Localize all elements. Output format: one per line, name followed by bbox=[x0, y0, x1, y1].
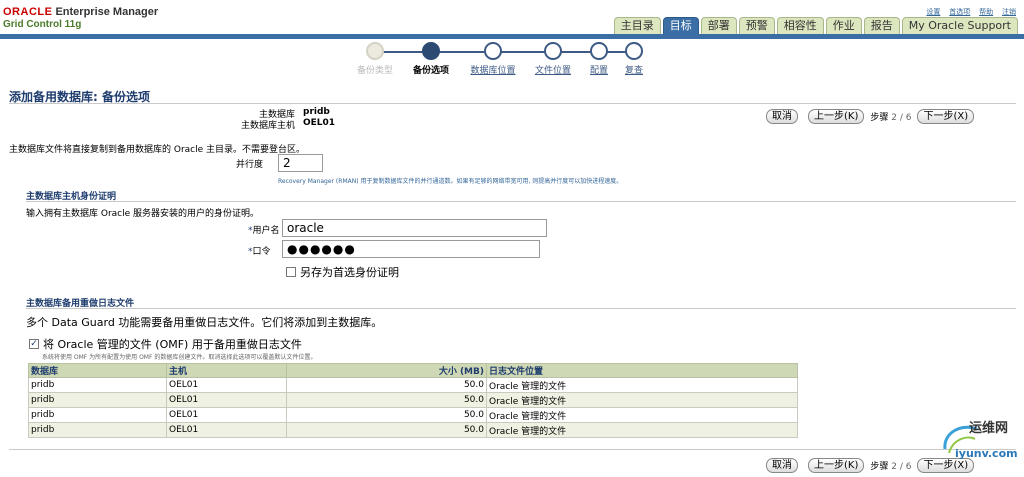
tab-alerts[interactable]: 预警 bbox=[738, 17, 775, 34]
omf-hint: 系统将使用 OMF 为所有配置为使用 OMF 的数据库创建文件。取消选择此选项可… bbox=[42, 354, 317, 361]
wizard-train: 备份类型 备份选项 数据库位置 文件位置 配置 复查 bbox=[345, 42, 675, 78]
link-logout[interactable]: 注销 bbox=[1002, 8, 1016, 16]
next-button[interactable]: 下一步(X) bbox=[917, 109, 975, 124]
back-button[interactable]: 上一步(K) bbox=[808, 109, 865, 124]
table-row: pridb OEL01 50.0 Oracle 管理的文件 bbox=[28, 407, 798, 423]
credentials-desc: 输入拥有主数据库 Oracle 服务器安装的用户的身份证明。 bbox=[26, 209, 260, 219]
train-step-backup-type: 备份类型 bbox=[345, 42, 405, 76]
bottom-divider bbox=[9, 449, 1016, 450]
link-help[interactable]: 帮助 bbox=[979, 8, 993, 16]
username-label: *用户名 bbox=[248, 226, 280, 236]
tab-targets[interactable]: 目标 bbox=[662, 17, 699, 34]
step-indicator: 步骤 2 / 6 bbox=[870, 113, 912, 123]
tab-reports[interactable]: 报告 bbox=[863, 17, 900, 34]
tab-deployments[interactable]: 部署 bbox=[700, 17, 737, 34]
brand-oracle: ORACLE bbox=[3, 6, 53, 18]
brand-em: Enterprise Manager bbox=[55, 6, 159, 18]
omf-checkbox[interactable]: ✓ bbox=[29, 339, 39, 349]
primary-db-value: pridb bbox=[303, 107, 330, 117]
step-circle-icon bbox=[625, 42, 643, 60]
cancel-button[interactable]: 取消 bbox=[766, 458, 798, 473]
product-subtitle: Grid Control 11g bbox=[3, 19, 82, 30]
col-log-location: 日志文件位置 bbox=[486, 363, 798, 378]
password-label: *口令 bbox=[248, 247, 271, 257]
redo-divider bbox=[26, 308, 1016, 309]
watermark-name: 运维网 bbox=[969, 421, 1009, 436]
main-tabs: 主目录 目标 部署 预警 相容性 作业 报告 My Oracle Support bbox=[613, 17, 1018, 34]
col-size: 大小 (MB) bbox=[286, 363, 487, 378]
oracle-logo: ORACLE Enterprise Manager Grid Control 11… bbox=[3, 6, 158, 30]
col-host: 主机 bbox=[166, 363, 287, 378]
parallel-label: 并行度 bbox=[236, 160, 264, 170]
train-step-backup-options: 备份选项 bbox=[401, 42, 461, 76]
step-indicator: 步骤 2 / 6 bbox=[870, 462, 912, 472]
redo-log-table: 数据库 主机 大小 (MB) 日志文件位置 pridb OEL01 50.0 Orac… bbox=[28, 363, 798, 438]
watermark-url: iyunv.com bbox=[955, 447, 1018, 460]
primary-host-label: 主数据库主机 bbox=[240, 121, 295, 131]
global-links: 设置 首选项 帮助 注销 bbox=[920, 7, 1016, 17]
link-settings[interactable]: 设置 bbox=[926, 8, 940, 16]
username-input[interactable]: oracle bbox=[282, 219, 547, 237]
table-row: pridb OEL01 50.0 Oracle 管理的文件 bbox=[28, 392, 798, 408]
step-circle-icon bbox=[484, 42, 502, 60]
col-database: 数据库 bbox=[28, 363, 167, 378]
backup-note: 主数据库文件将直接复制到备用数据库的 Oracle 主目录。不需要登台区。 bbox=[9, 145, 306, 155]
omf-label: 将 Oracle 管理的文件 (OMF) 用于备用重做日志文件 bbox=[43, 338, 302, 351]
save-preferred-label: 另存为首选身份证明 bbox=[300, 266, 399, 279]
tab-jobs[interactable]: 作业 bbox=[825, 17, 862, 34]
wizard-nav-top: 取消 上一步(K) 步骤 2 / 6 下一步(X) bbox=[766, 109, 975, 124]
back-button[interactable]: 上一步(K) bbox=[808, 458, 865, 473]
step-circle-icon bbox=[422, 42, 440, 60]
step-circle-icon bbox=[544, 42, 562, 60]
save-preferred-row: 另存为首选身份证明 bbox=[286, 264, 399, 280]
save-preferred-checkbox[interactable] bbox=[286, 267, 296, 277]
cancel-button[interactable]: 取消 bbox=[766, 109, 798, 124]
table-header-row: 数据库 主机 大小 (MB) 日志文件位置 bbox=[28, 363, 798, 378]
parallel-input[interactable]: 2 bbox=[278, 154, 323, 172]
tab-my-oracle-support[interactable]: My Oracle Support bbox=[901, 17, 1018, 34]
parallel-hint: Recovery Manager (RMAN) 用于复制数据库文件的并行通道数。… bbox=[278, 178, 623, 185]
tab-home[interactable]: 主目录 bbox=[613, 17, 661, 34]
redo-desc: 多个 Data Guard 功能需要备用重做日志文件。它们将添加到主数据库。 bbox=[26, 316, 383, 329]
train-step-db-location[interactable]: 数据库位置 bbox=[463, 42, 523, 76]
table-row: pridb OEL01 50.0 Oracle 管理的文件 bbox=[28, 422, 798, 438]
step-circle-icon bbox=[366, 42, 384, 60]
watermark: 运维网 iyunv.com bbox=[939, 415, 1019, 465]
table-row: pridb OEL01 50.0 Oracle 管理的文件 bbox=[28, 377, 798, 393]
title-divider bbox=[9, 103, 1016, 104]
train-step-review[interactable]: 复查 bbox=[604, 42, 664, 76]
password-input[interactable]: ●●●●●● bbox=[282, 240, 540, 258]
link-preferences[interactable]: 首选项 bbox=[949, 8, 970, 16]
omf-row: ✓ 将 Oracle 管理的文件 (OMF) 用于备用重做日志文件 bbox=[29, 336, 302, 352]
credentials-divider bbox=[26, 201, 1016, 202]
header-bar bbox=[0, 34, 1024, 39]
tab-compliance[interactable]: 相容性 bbox=[776, 17, 824, 34]
primary-host-value: OEL01 bbox=[303, 118, 336, 128]
